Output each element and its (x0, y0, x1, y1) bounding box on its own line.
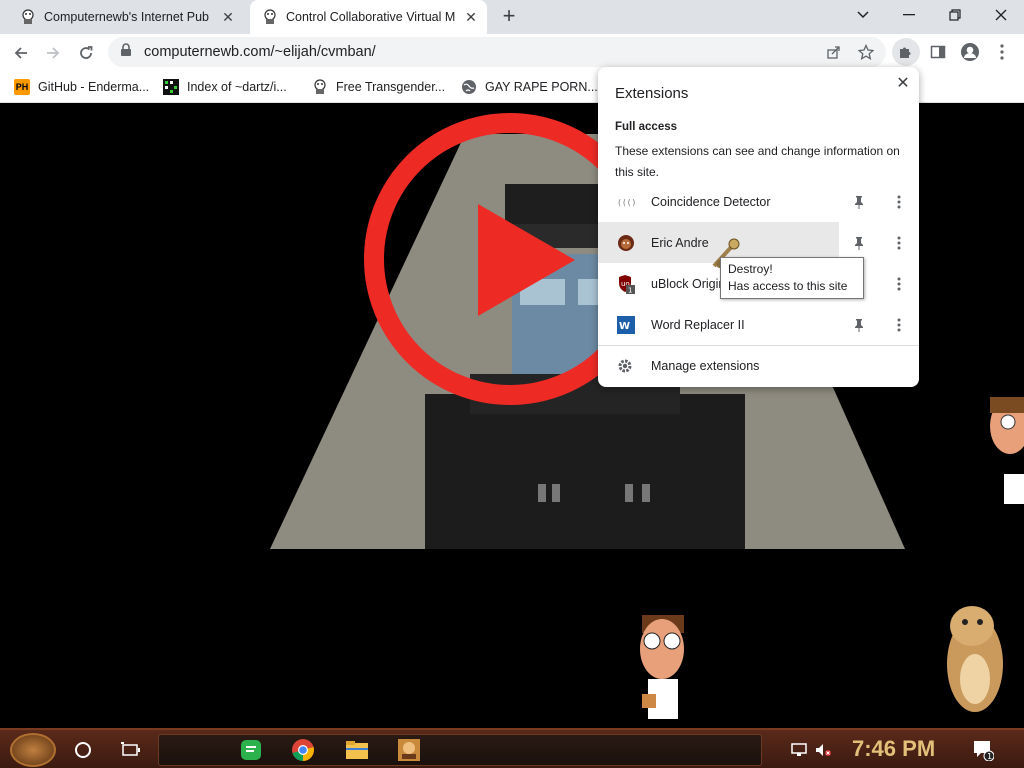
file-explorer-icon[interactable] (344, 737, 370, 763)
full-access-heading: Full access (615, 121, 678, 133)
address-bar[interactable]: computernewb.com/~elijah/cvmban/ (108, 37, 886, 67)
tab-title: Computernewb's Internet Pub (44, 10, 209, 24)
tab-computernewb-pub[interactable]: Computernewb's Internet Pub ✕ (8, 0, 244, 34)
more-options-icon[interactable] (891, 276, 907, 292)
chrome-icon[interactable] (290, 737, 316, 763)
ublock-shield-icon: uo 1 (617, 274, 635, 294)
notification-count: 1 (987, 752, 992, 761)
close-tab-icon[interactable]: ✕ (220, 9, 236, 25)
start-button[interactable] (10, 733, 56, 767)
minimize-button[interactable] (886, 0, 932, 30)
more-menu-icon[interactable] (988, 38, 1016, 66)
word-replacer-icon: W (617, 315, 635, 334)
ph-logo-icon: PH (14, 79, 30, 95)
bookmark-globe-site[interactable]: GAY RAPE PORN... (461, 77, 598, 97)
full-access-description: These extensions can see and change info… (615, 144, 900, 179)
hamster-figure (947, 606, 1003, 712)
lock-icon[interactable] (120, 42, 136, 62)
extension-name: Word Replacer II (651, 317, 745, 332)
url-text[interactable]: computernewb.com/~elijah/cvmban/ (144, 44, 822, 60)
tooltip-line-2: Has access to this site (728, 279, 848, 293)
extension-name: uBlock Origin (651, 276, 726, 291)
volume-muted-icon[interactable] (810, 737, 836, 763)
network-icon[interactable] (786, 737, 812, 763)
pin-icon[interactable] (851, 235, 867, 251)
bookmark-index-dartz[interactable]: Index of ~dartz/i... (163, 77, 287, 97)
eric-andre-icon (617, 234, 635, 252)
gear-icon (617, 358, 633, 379)
svg-text:W: W (619, 321, 630, 332)
extension-name: Eric Andre (651, 235, 709, 250)
grid-icon (163, 79, 179, 95)
mascot-icon (20, 9, 36, 25)
bookmark-github[interactable]: PH GitHub - Enderma... (14, 77, 149, 97)
extension-row-word-replacer[interactable]: W Word Replacer II (598, 304, 919, 345)
close-popup-icon[interactable]: ✕ (893, 73, 913, 93)
pin-icon[interactable] (851, 317, 867, 333)
restore-button[interactable] (932, 0, 978, 30)
bookmark-label: Free Transgender... (336, 80, 446, 94)
messaging-app-icon[interactable] (238, 737, 264, 763)
tab-strip: Computernewb's Internet Pub ✕ Control Co… (0, 0, 1024, 34)
coincidence-detector-icon: ((())) (617, 193, 635, 211)
clock[interactable]: 7:46 PM (852, 736, 935, 762)
mascot-icon (262, 9, 278, 25)
tab-search-chevron-icon[interactable] (840, 0, 886, 30)
globe-icon (461, 79, 477, 95)
extension-row-coincidence-detector[interactable]: ((())) Coincidence Detector (598, 181, 919, 222)
forward-button[interactable] (40, 40, 66, 66)
new-tab-button[interactable]: + (498, 5, 520, 28)
manage-extensions-button[interactable]: Manage extensions (598, 346, 919, 387)
extensions-title: Extensions (615, 85, 689, 102)
taskbar: 7:46 PM 1 (0, 728, 1024, 768)
game-app-icon[interactable] (396, 737, 422, 763)
close-window-button[interactable] (978, 0, 1024, 30)
screen: Computernewb's Internet Pub ✕ Control Co… (0, 0, 1024, 768)
extension-tooltip: Destroy! Has access to this site (720, 257, 864, 299)
bookmark-label: GitHub - Enderma... (38, 80, 150, 94)
more-options-icon[interactable] (891, 317, 907, 333)
back-button[interactable] (8, 40, 34, 66)
bookmark-label: GAY RAPE PORN... (485, 80, 598, 94)
extensions-puzzle-icon[interactable] (892, 38, 920, 66)
tab-control-collaborative[interactable]: Control Collaborative Virtual M ✕ (250, 0, 487, 34)
more-options-icon[interactable] (891, 194, 907, 210)
cartoon-character-bottom (640, 615, 684, 719)
bookmark-star-icon[interactable] (854, 40, 878, 64)
bookmark-label: Index of ~dartz/i... (187, 80, 287, 94)
profile-avatar-icon[interactable] (956, 38, 984, 66)
browser-toolbar: computernewb.com/~elijah/cvmban/ (0, 34, 1024, 71)
tooltip-line-1: Destroy! (728, 262, 773, 276)
share-icon[interactable] (822, 40, 846, 64)
bookmark-free-transgender[interactable]: Free Transgender... (312, 77, 445, 97)
more-options-icon[interactable] (891, 235, 907, 251)
extension-name: Coincidence Detector (651, 194, 771, 209)
close-tab-icon[interactable]: ✕ (463, 9, 479, 25)
mascot-icon (312, 79, 328, 95)
search-circle-icon[interactable] (70, 737, 96, 763)
notification-center-icon[interactable]: 1 (970, 737, 996, 763)
reload-button[interactable] (73, 40, 99, 66)
manage-extensions-label: Manage extensions (651, 359, 760, 373)
cartoon-character-right-edge (990, 397, 1024, 504)
ublock-badge-count: 1 (628, 286, 632, 294)
side-panel-icon[interactable] (924, 38, 952, 66)
tab-title: Control Collaborative Virtual M (286, 10, 455, 24)
pin-icon[interactable] (851, 194, 867, 210)
extensions-popup: Extensions ✕ Full access These extension… (598, 67, 919, 387)
svg-text:((())): ((())) (617, 198, 635, 207)
task-view-icon[interactable] (118, 737, 144, 763)
